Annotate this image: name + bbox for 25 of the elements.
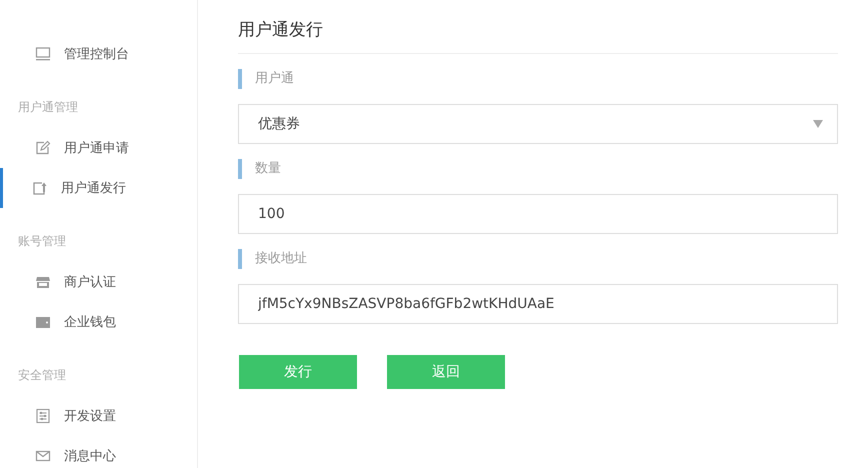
edit-icon <box>35 140 51 156</box>
sidebar-item[interactable]: 开发设置 <box>0 396 197 436</box>
field-label: 数量 <box>238 159 281 179</box>
page-title: 用户通发行 <box>238 19 323 41</box>
wallet-icon <box>35 314 51 330</box>
sidebar-item[interactable]: 用户通发行 <box>0 168 197 208</box>
store-icon <box>35 274 51 290</box>
select-field[interactable]: 优惠券 <box>238 104 838 144</box>
field-label: 接收地址 <box>238 249 307 269</box>
section-heading: 用户通管理 <box>17 99 78 116</box>
sidebar-item[interactable]: 商户认证 <box>0 262 197 302</box>
caret-icon <box>813 120 823 128</box>
section-heading: 安全管理 <box>17 367 66 384</box>
document-arrow-icon <box>32 180 48 196</box>
sidebar-item[interactable]: 消息中心 <box>0 436 197 468</box>
input-field[interactable]: jfM5cYx9NBsZASVP8ba6fGFb2wtKHdUAaE <box>238 284 838 324</box>
sidebar-item[interactable]: 用户通申请 <box>0 128 197 168</box>
input-field[interactable]: 100 <box>238 194 838 234</box>
mail-icon <box>35 448 51 464</box>
sidebar-item[interactable]: 企业钱包 <box>0 302 197 342</box>
field-label: 用户通 <box>238 69 294 89</box>
sidebar-item[interactable]: 管理控制台 <box>0 34 197 74</box>
monitor-icon <box>35 46 51 62</box>
section-heading: 账号管理 <box>17 233 66 250</box>
sliders-icon <box>35 408 51 424</box>
